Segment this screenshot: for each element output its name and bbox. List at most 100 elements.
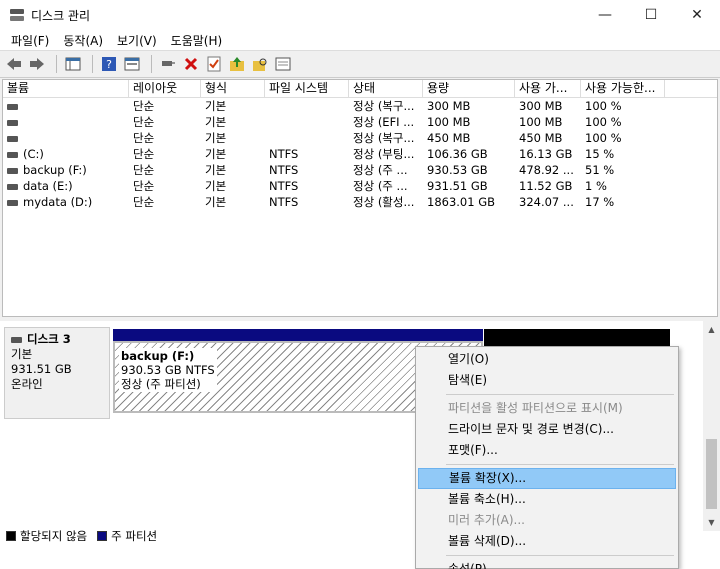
menu-separator	[446, 394, 674, 395]
cell-free-space: 100 MB	[519, 115, 563, 129]
folder-up-icon[interactable]	[227, 54, 247, 74]
cell-filesystem	[265, 130, 349, 146]
volume-icon	[7, 103, 18, 110]
cell-percent-free: 51 %	[585, 163, 615, 177]
menu-bar: 파일(F) 동작(A) 보기(V) 도움말(H)	[0, 30, 720, 50]
scroll-up-icon[interactable]: ▲	[703, 321, 720, 338]
menu-item-shrink-volume[interactable]: 볼륨 축소(H)...	[416, 489, 678, 510]
cell-volume	[3, 130, 129, 146]
properties-icon[interactable]	[122, 54, 142, 74]
close-button[interactable]: ✕	[674, 0, 720, 30]
menu-file[interactable]: 파일(F)	[4, 32, 56, 49]
cell-free-space: 300 MB	[519, 99, 563, 113]
menu-action[interactable]: 동작(A)	[56, 32, 110, 49]
context-menu: 열기(O) 탐색(E) 파티션을 활성 파티션으로 표시(M) 드라이브 문자 …	[415, 346, 679, 569]
scroll-thumb[interactable]	[706, 439, 717, 509]
table-row[interactable]: backup (F:) 단순 기본 NTFS 정상 (주 ... 930.53 GB 478…	[3, 162, 717, 178]
check-icon[interactable]	[204, 54, 224, 74]
back-arrow-icon[interactable]	[4, 54, 24, 74]
volume-name: mydata (D:)	[23, 195, 93, 209]
cell-filesystem: NTFS	[269, 163, 299, 177]
vertical-scrollbar[interactable]: ▲ ▼	[703, 321, 720, 531]
menu-item-change-drive-letter[interactable]: 드라이브 문자 및 경로 변경(C)...	[416, 419, 678, 440]
table-row[interactable]: mydata (D:) 단순 기본 NTFS 정상 (활성... 1863.01 GB 32…	[3, 194, 717, 210]
partition-info: backup (F:) 930.53 GB NTFS 정상 (주 파티션)	[119, 348, 217, 392]
partition-name: backup (F:)	[121, 349, 195, 363]
menu-item-mark-active[interactable]: 파티션을 활성 파티션으로 표시(M)	[416, 398, 678, 419]
table-row[interactable]: data (E:) 단순 기본 NTFS 정상 (주 ... 931.51 GB 11.52…	[3, 178, 717, 194]
column-header-free-space[interactable]: 사용 가...	[515, 80, 581, 97]
cell-free-space: 324.07 ...	[519, 195, 574, 209]
cell-filesystem	[265, 98, 349, 114]
cell-capacity: 931.51 GB	[427, 179, 488, 193]
table-row[interactable]: 단순 기본 정상 (복구... 300 MB 300 MB 100 %	[3, 98, 717, 114]
volume-rows: 단순 기본 정상 (복구... 300 MB 300 MB 100 % 단순 기본 정상 (EF…	[3, 98, 717, 210]
toolbar-divider	[92, 55, 93, 73]
volume-icon	[7, 119, 18, 126]
list-icon[interactable]	[273, 54, 293, 74]
cell-status: 정상 (복구...	[353, 99, 415, 113]
cell-percent-free: 15 %	[585, 147, 615, 161]
title-bar: 디스크 관리 — ☐ ✕	[0, 0, 720, 30]
cell-percent-free: 100 %	[585, 115, 622, 129]
column-header-type[interactable]: 형식	[201, 80, 265, 97]
cell-capacity: 106.36 GB	[427, 147, 488, 161]
cell-type: 기본	[205, 179, 227, 193]
column-header-layout[interactable]: 레이아웃	[129, 80, 201, 97]
cell-free-space: 478.92 ...	[519, 163, 574, 177]
folder-search-icon[interactable]	[250, 54, 270, 74]
cell-percent-free: 17 %	[585, 195, 615, 209]
cell-percent-free: 100 %	[585, 131, 622, 145]
delete-icon[interactable]	[181, 54, 201, 74]
help-icon[interactable]: ?	[99, 54, 119, 74]
menu-item-add-mirror[interactable]: 미러 추가(A)...	[416, 510, 678, 531]
volume-icon	[7, 183, 18, 190]
menu-item-delete-volume[interactable]: 볼륨 삭제(D)...	[416, 531, 678, 552]
forward-arrow-icon[interactable]	[27, 54, 47, 74]
column-header-filesystem[interactable]: 파일 시스템	[265, 80, 349, 97]
cell-type: 기본	[205, 195, 227, 209]
cell-layout: 단순	[133, 195, 155, 209]
legend-unallocated-label: 할당되지 않음	[20, 529, 88, 543]
menu-help[interactable]: 도움말(H)	[164, 32, 230, 49]
svg-text:?: ?	[106, 58, 112, 71]
cell-percent-free: 1 %	[585, 179, 607, 193]
cell-layout: 단순	[133, 147, 155, 161]
table-row[interactable]: 단순 기본 정상 (EFI ... 100 MB 100 MB 100 %	[3, 114, 717, 130]
menu-item-format[interactable]: 포맷(F)...	[416, 440, 678, 461]
menu-view[interactable]: 보기(V)	[110, 32, 164, 49]
cell-volume	[3, 98, 129, 114]
table-row[interactable]: 단순 기본 정상 (복구... 450 MB 450 MB 100 %	[3, 130, 717, 146]
cell-capacity: 450 MB	[427, 131, 471, 145]
minimize-button[interactable]: —	[582, 0, 628, 30]
table-row[interactable]: (C:) 단순 기본 NTFS 정상 (부팅... 106.36 GB 16.13 GB 15…	[3, 146, 717, 162]
partition-status: 정상 (주 파티션)	[121, 377, 201, 391]
cell-layout: 단순	[133, 115, 155, 129]
console-tree-icon[interactable]	[63, 54, 83, 74]
legend-unallocated-swatch	[6, 531, 16, 541]
toolbar-divider	[151, 55, 152, 73]
maximize-button[interactable]: ☐	[628, 0, 674, 30]
cell-capacity: 100 MB	[427, 115, 471, 129]
menu-item-open[interactable]: 열기(O)	[416, 349, 678, 370]
volume-icon	[7, 151, 18, 158]
volume-name: backup (F:)	[23, 163, 87, 177]
cell-status: 정상 (부팅...	[353, 147, 415, 161]
column-header-percent-free[interactable]: 사용 가능한...	[581, 80, 665, 97]
menu-item-properties[interactable]: 속성(P)	[416, 559, 678, 569]
column-header-status[interactable]: 상태	[349, 80, 423, 97]
cell-free-space: 11.52 GB	[519, 179, 573, 193]
volume-name: data (E:)	[23, 179, 73, 193]
column-header-capacity[interactable]: 용량	[423, 80, 515, 97]
disk-label[interactable]: 디스크 3 기본 931.51 GB 온라인	[4, 327, 110, 419]
cell-volume: mydata (D:)	[3, 194, 129, 210]
cell-filesystem	[265, 114, 349, 130]
connect-icon[interactable]	[158, 54, 178, 74]
menu-item-explore[interactable]: 탐색(E)	[416, 370, 678, 391]
menu-item-extend-volume[interactable]: 볼륨 확장(X)...	[418, 468, 676, 489]
scroll-down-icon[interactable]: ▼	[703, 514, 720, 531]
volume-icon	[7, 167, 18, 174]
column-header-volume[interactable]: 볼륨	[3, 80, 129, 97]
cell-status: 정상 (주 ...	[353, 179, 408, 193]
cell-layout: 단순	[133, 99, 155, 113]
